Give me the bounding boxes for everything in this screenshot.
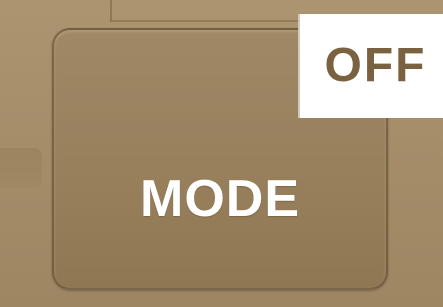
status-badge: OFF [298, 14, 443, 118]
status-label: OFF [324, 39, 427, 92]
side-notch [0, 148, 42, 188]
mode-button-label: MODE [140, 170, 300, 228]
control-panel: MODE OFF [0, 0, 443, 307]
